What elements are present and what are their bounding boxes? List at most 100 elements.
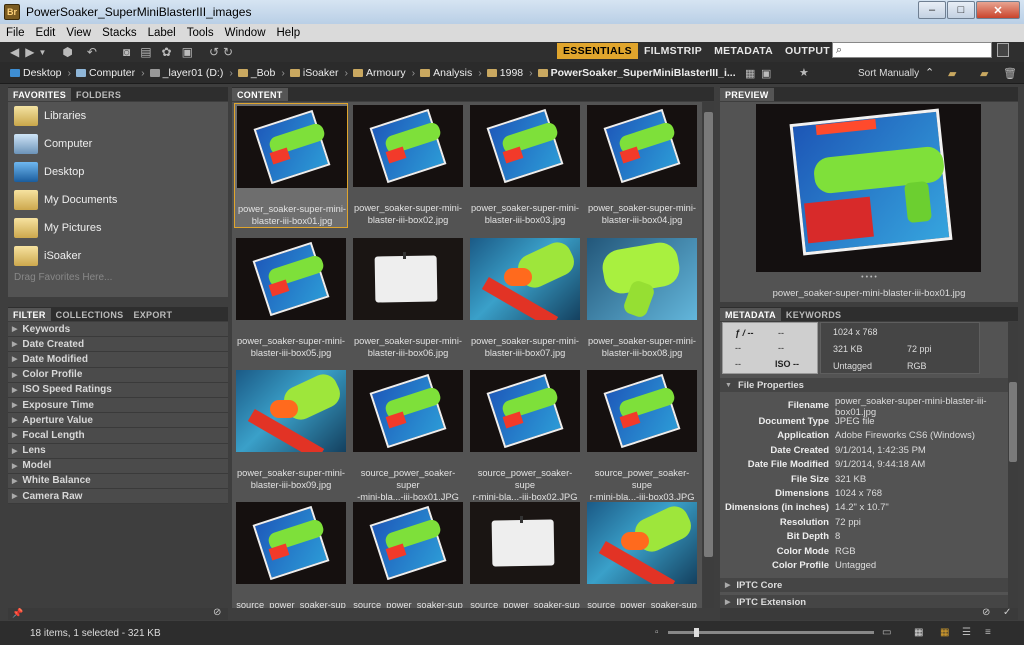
content-scrollbar-thumb[interactable] — [704, 112, 713, 557]
tab-keywords[interactable]: KEYWORDS — [781, 308, 846, 321]
breadcrumb-computer[interactable]: Computer › — [76, 67, 145, 79]
metadata-scrollbar-thumb[interactable] — [1009, 382, 1017, 462]
thumbnail-item[interactable]: power_soaker-super-mini-blaster-iii-box0… — [351, 103, 465, 228]
lock-thumbnail-grid-icon[interactable]: ▦ — [914, 627, 923, 638]
menu-tools[interactable]: Tools — [187, 27, 214, 39]
favorite-computer[interactable]: Computer — [8, 130, 228, 158]
filter-color-profile[interactable]: ▶ Color Profile — [8, 367, 228, 383]
workspace-metadata[interactable]: METADATA — [708, 43, 779, 59]
favorite-isoaker[interactable]: iSoaker — [8, 242, 228, 270]
rotate-left-icon[interactable]: ↺ — [209, 45, 219, 59]
tab-preview[interactable]: PREVIEW — [720, 88, 774, 101]
compact-mode-icon[interactable] — [997, 43, 1009, 57]
content-scrollbar[interactable] — [703, 102, 714, 608]
history-dropdown-icon[interactable]: ▼ — [38, 48, 46, 57]
filter-date-modified[interactable]: ▶ Date Modified — [8, 352, 228, 368]
tab-filter[interactable]: FILTER — [8, 308, 51, 321]
favorite-desktop[interactable]: Desktop — [8, 158, 228, 186]
tab-favorites[interactable]: FAVORITES — [8, 88, 72, 101]
breadcrumb-isoaker[interactable]: iSoaker › — [289, 67, 348, 79]
apply-icon[interactable]: ✓ — [1003, 607, 1011, 618]
thumbnail-item[interactable]: power_soaker-super-mini-blaster-iii-box0… — [234, 103, 348, 228]
reveal-icon[interactable]: ⬢ — [62, 45, 72, 59]
favorite-libraries[interactable]: Libraries — [8, 102, 228, 130]
view-thumbnails-icon[interactable]: ▦ — [940, 627, 949, 638]
delete-icon[interactable]: 🗑 — [1003, 67, 1017, 80]
open-in-camera-raw-icon[interactable]: ✿ — [162, 45, 172, 59]
tab-folders[interactable]: FOLDERS — [71, 88, 126, 101]
refine-icon[interactable]: ▤ — [140, 45, 151, 59]
favorite-my-documents[interactable]: My Documents — [8, 186, 228, 214]
favorite-my-pictures[interactable]: My Pictures — [8, 214, 228, 242]
filter-camera-raw[interactable]: ▶ Camera Raw — [8, 489, 228, 505]
sort-dropdown[interactable]: Sort Manually — [858, 68, 919, 79]
workspace-output[interactable]: OUTPUT — [779, 43, 836, 59]
thumbnail-item[interactable]: source_power_soaker-super-mini-bla...-ii… — [351, 368, 465, 502]
filter-focal-length[interactable]: ▶ Focal Length — [8, 428, 228, 444]
camera-icon[interactable]: ◙ — [123, 45, 130, 59]
filter-lens[interactable]: ▶ Lens — [8, 443, 228, 459]
thumbnail-item[interactable]: source_power_soaker-sup — [351, 500, 465, 608]
new-folder-icon[interactable]: ▰ — [980, 67, 988, 80]
filter-date-created[interactable]: ▶ Date Created — [8, 337, 228, 353]
menu-file[interactable]: File — [6, 27, 25, 39]
forward-icon[interactable]: ▶ — [25, 45, 34, 59]
quality-icon[interactable]: ▦ — [745, 67, 755, 80]
view-list-icon[interactable]: ≡ — [985, 627, 991, 638]
filter-white-balance[interactable]: ▶ White Balance — [8, 473, 228, 490]
section-iptc-core[interactable]: ▶ IPTC Core — [720, 578, 1010, 592]
back-icon[interactable]: ◀ — [10, 45, 19, 59]
tab-export[interactable]: EXPORT — [128, 308, 177, 321]
thumbnail-item[interactable]: source_power_soaker-sup — [234, 500, 348, 608]
section-iptc-extension[interactable]: ▶ IPTC Extension — [720, 595, 1010, 608]
workspace-filmstrip[interactable]: FILMSTRIP — [638, 43, 708, 59]
breadcrumb-analysis[interactable]: Analysis › — [420, 67, 482, 79]
sort-direction-icon[interactable]: ⌃ — [925, 66, 934, 79]
search-input[interactable]: ⌕ — [832, 42, 992, 58]
workspace-essentials[interactable]: ESSENTIALS — [557, 43, 638, 59]
rotate-right-icon[interactable]: ↻ — [223, 45, 233, 59]
preview-image[interactable] — [756, 104, 981, 272]
thumbnail-item[interactable]: power_soaker-super-mini-blaster-iii-box0… — [468, 236, 582, 361]
zoom-out-icon[interactable]: ▫ — [655, 627, 659, 638]
thumbnail-item[interactable]: power_soaker-super-mini-blaster-iii-box0… — [468, 103, 582, 228]
filter-iso[interactable]: ▶ ISO Speed Ratings — [8, 382, 228, 398]
breadcrumb-armoury[interactable]: Armoury › — [352, 67, 415, 79]
open-folder-icon[interactable]: ▰ — [948, 67, 956, 80]
metadata-scrollbar[interactable] — [1008, 322, 1018, 608]
menu-help[interactable]: Help — [277, 27, 301, 39]
star-filter-icon[interactable]: ★ — [799, 66, 809, 79]
thumbnail-size-slider[interactable] — [668, 628, 874, 637]
tab-collections[interactable]: COLLECTIONS — [51, 308, 129, 321]
menu-edit[interactable]: Edit — [36, 27, 56, 39]
thumbnail-item[interactable]: power_soaker-super-mini-blaster-iii-box0… — [585, 103, 699, 228]
thumbnail-item[interactable]: power_soaker-super-mini-blaster-iii-box0… — [585, 236, 699, 361]
menu-label[interactable]: Label — [148, 27, 176, 39]
breadcrumb-desktop[interactable]: Desktop › — [10, 67, 71, 79]
breadcrumb-current[interactable]: PowerSoaker_SuperMiniBlasterIII_i... — [537, 67, 736, 79]
maximize-button[interactable]: □ — [947, 1, 975, 19]
tab-metadata[interactable]: METADATA — [720, 308, 781, 321]
view-details-icon[interactable]: ☰ — [962, 627, 971, 638]
thumbnail-item[interactable]: power_soaker-super-mini-blaster-iii-box0… — [234, 368, 348, 493]
filter-model[interactable]: ▶ Model — [8, 458, 228, 474]
minimize-button[interactable]: – — [918, 1, 946, 19]
thumbnail-item[interactable]: source_power_soaker-super-mini-bla...-ii… — [468, 368, 582, 502]
thumbnail-item[interactable]: power_soaker-super-mini-blaster-iii-box0… — [234, 236, 348, 361]
filter-exposure[interactable]: ▶ Exposure Time — [8, 397, 228, 414]
menu-window[interactable]: Window — [225, 27, 266, 39]
clear-filter-icon[interactable]: ⊘ — [213, 607, 221, 618]
breadcrumb-drive[interactable]: _layer01 (D:) › — [149, 67, 233, 79]
boomerang-icon[interactable]: ↶ — [87, 45, 97, 59]
filter-aperture[interactable]: ▶ Aperture Value — [8, 413, 228, 429]
tab-content[interactable]: CONTENT — [232, 88, 288, 101]
menu-stacks[interactable]: Stacks — [102, 27, 137, 39]
slider-knob[interactable] — [694, 628, 699, 637]
thumbnail-mode-icon[interactable]: ▣ — [761, 67, 771, 80]
menu-view[interactable]: View — [66, 27, 91, 39]
output-icon[interactable]: ▣ — [182, 45, 193, 59]
breadcrumb-1998[interactable]: 1998 › — [486, 67, 533, 79]
pin-icon[interactable]: 📌 — [12, 608, 23, 619]
thumbnail-item[interactable]: power_soaker-super-mini-blaster-iii-box0… — [351, 236, 465, 361]
thumbnail-item[interactable]: source_power_soaker-sup — [468, 500, 582, 608]
